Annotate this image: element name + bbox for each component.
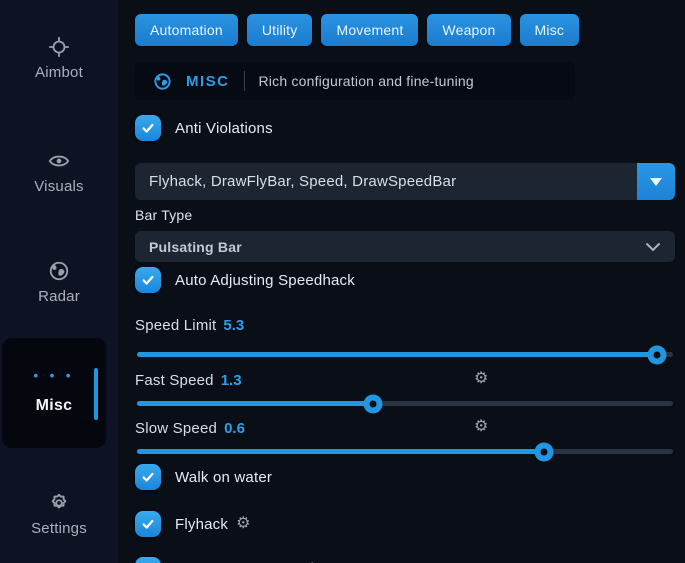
flyhack-row: Flyhack ⚙ [135,511,675,537]
slider-fill [137,352,657,357]
slow-speed-label-row: Slow Speed 0.6 ⚙ [135,419,675,437]
section-title: MISC [186,73,230,90]
checkbox-label: Auto Adjusting Speedhack [175,272,355,289]
slider-track[interactable] [137,449,673,454]
slider-thumb[interactable] [535,442,554,461]
checkmark-icon [141,273,155,287]
slow-speed-slider[interactable] [135,442,675,460]
eye-icon [0,150,118,172]
sidebar-item-aimbot[interactable]: Aimbot [0,36,118,81]
triangle-down-icon [650,178,662,186]
sidebar-item-settings[interactable]: Settings [0,492,118,537]
flyhack-checkbox[interactable] [135,511,161,537]
slider-label: Slow Speed [135,420,217,437]
tab-weapon[interactable]: Weapon [427,14,510,46]
slider-track[interactable] [137,352,673,357]
gear-icon[interactable]: ⚙ [474,419,488,435]
slider-fill [137,401,373,406]
slider-value: 5.3 [223,317,244,334]
fast-speed-slider[interactable] [135,394,675,412]
slider-value: 0.6 [224,420,245,437]
bar-type-select[interactable]: Pulsating Bar [135,231,675,262]
globe-icon [0,260,118,282]
checkmark-icon [141,517,155,531]
checkmark-icon [141,121,155,135]
main-panel: Automation Utility Movement Weapon Misc … [118,0,685,563]
sidebar: Aimbot Visuals Radar • • • [0,0,118,563]
bar-type-label: Bar Type [135,207,675,224]
checkbox-label: Flyhack ⚙ [175,516,251,533]
select-value: Pulsating Bar [149,239,242,255]
section-subtitle: Rich configuration and fine-tuning [259,73,474,89]
slider-thumb[interactable] [363,394,382,413]
sidebar-item-label: Radar [0,288,118,305]
sidebar-item-label: Visuals [0,178,118,195]
sidebar-item-label: Settings [0,520,118,537]
slider-label: Speed Limit [135,317,216,334]
section-header: MISC Rich configuration and fine-tuning [135,62,575,100]
tab-automation[interactable]: Automation [135,14,238,46]
checkbox-label: Walk on water [175,469,272,486]
slider-value: 1.3 [221,372,242,389]
globe-icon [153,72,172,91]
gear-icon[interactable]: ⚙ [474,371,488,387]
slider-thumb[interactable] [647,345,666,364]
tab-movement[interactable]: Movement [321,14,418,46]
sidebar-item-label: Aimbot [0,64,118,81]
dots-icon: • • • [2,368,106,383]
bar-multiselect[interactable]: Flyhack, DrawFlyBar, Speed, DrawSpeedBar [135,163,675,200]
checkbox-label-text: Flyhack [175,516,228,533]
checkbox-label: Anti Violations [175,120,273,137]
chevron-down-icon [645,242,661,252]
crosshair-icon [0,36,118,58]
sidebar-item-misc[interactable]: • • • Misc [2,338,106,448]
checkmark-icon [141,470,155,484]
sidebar-item-visuals[interactable]: Visuals [0,150,118,195]
anti-violations-checkbox[interactable] [135,115,161,141]
sidebar-item-label: Misc [2,397,106,415]
tab-utility[interactable]: Utility [247,14,313,46]
tab-bar: Automation Utility Movement Weapon Misc [135,14,675,46]
app-window: Aimbot Visuals Radar • • • [0,0,685,563]
divider [244,71,245,91]
disable-collisions-checkbox[interactable] [135,557,161,563]
fast-speed-label-row: Fast Speed 1.3 ⚙ [135,371,675,389]
walk-on-water-row: Walk on water [135,464,675,490]
speed-limit-label-row: Speed Limit 5.3 [135,316,675,334]
selected-indicator [94,368,98,420]
multiselect-value: Flyhack, DrawFlyBar, Speed, DrawSpeedBar [135,173,456,190]
sidebar-item-radar[interactable]: Radar [0,260,118,305]
speed-limit-slider[interactable] [135,345,675,363]
slider-label: Fast Speed [135,372,214,389]
gear-icon [0,492,118,514]
disable-collisions-row: Disable Collisions ⚙ [135,557,675,563]
slider-track[interactable] [137,401,673,406]
auto-adjusting-checkbox[interactable] [135,267,161,293]
anti-violations-row: Anti Violations [135,115,675,141]
slider-fill [137,449,544,454]
gear-icon[interactable]: ⚙ [236,516,251,532]
walk-on-water-checkbox[interactable] [135,464,161,490]
tab-misc[interactable]: Misc [520,14,580,46]
auto-adjusting-row: Auto Adjusting Speedhack [135,267,675,293]
multiselect-dropdown-button[interactable] [637,163,675,200]
